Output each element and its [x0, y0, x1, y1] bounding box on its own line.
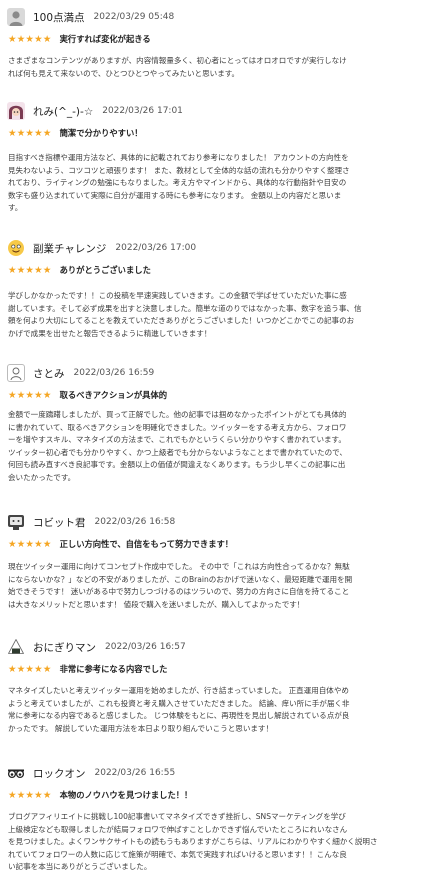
review-body-line: い記事を本当にありがとうございました。 [8, 862, 152, 872]
review-rating-row: ★★★★★ ありがとうございました [8, 263, 151, 277]
review-body-line: ようと考えていましたが、これも投資と考え購入させていただきました。 結論、痒い所… [8, 698, 350, 708]
review-body-line: に書かれていて、取るべきアクションを明確化できました。ツイッターをする考え方から… [8, 422, 347, 432]
glasses-eyes-icon[interactable] [7, 764, 25, 782]
review-body: 学びしかなかったです！！この投稿を早速実践していきます。この金額で学ばせていただ… [8, 290, 432, 340]
reviewer-name[interactable]: 副業チャレンジ [33, 241, 106, 256]
review-body: 目指すべき指標や運用方法など、具体的に記載されており参考になりました！ アカウン… [8, 152, 432, 215]
review-body-line: にならないかな？」などの不安がありましたが、このBrainのおかげで迷いなく、最… [8, 574, 353, 584]
review-body-line: さまざまなコンテンツがありますが、内容情報量多く、初心者にとってはオロオロですが… [8, 56, 347, 65]
monitor-robot-icon[interactable] [7, 513, 25, 531]
rice-ball-icon[interactable] [7, 638, 25, 656]
review-date: 2022/03/26 16:55 [94, 768, 176, 778]
review-body-line: かげで成果を出せたと報告できるように精進していきます！ [8, 328, 212, 338]
review-header: れみ(^_-)-☆ 2022/03/26 17:01 [7, 101, 183, 121]
anime-character-icon[interactable] [7, 102, 25, 120]
star-rating: ★★★★★ [8, 389, 52, 401]
review-title: 実行すれば変化が起きる [59, 34, 151, 44]
review-title: 簡潔で分かりやすい！ [59, 128, 143, 138]
review-date: 2022/03/26 17:01 [102, 106, 183, 116]
emoji-face-icon[interactable] [7, 239, 25, 257]
review-body-line: 常に参考になる内容であると感じました。 じつ体験をもとに、再現性を見出し解説され… [8, 711, 350, 721]
review-header: さとみ 2022/03/26 16:59 [7, 363, 154, 383]
review-title: 正しい方向性で、自信をもって努力できます！ [59, 539, 234, 549]
review-body-line: マネタイズしたいと考えツイッター運用を始めましたが、行き詰まっていました。 正直… [8, 686, 349, 695]
review-body-line: 頼を何より大切にしてることを教えていただきありがとうございました！いつかどこかで… [8, 316, 355, 326]
review-body: 金額で一度躊躇しましたが、買って正解でした。他の記事では掴めなかったポイントがと… [8, 409, 432, 485]
review-body-line: す。 [8, 203, 23, 213]
review-body-line: 会いたかったです。 [8, 472, 76, 482]
review-body-line: ブログアフィリエイトに挑戦し100記事書いてマネタイズできず挫折し、SNSマーケ… [8, 812, 346, 821]
review-body-line: 金額で一度躊躇しましたが、買って正解でした。他の記事では掴めなかったポイントがと… [8, 410, 347, 419]
review-header: 100点満点 2022/03/29 05:48 [7, 7, 174, 27]
reviewer-name[interactable]: 100点満点 [33, 10, 85, 25]
review-rating-row: ★★★★★ 本物のノウハウを見つけました！！ [8, 788, 192, 802]
sketch-person-icon[interactable] [7, 364, 25, 382]
review-body-line: かったです。 解説していた運用方法を本日より取り組んでいこうと思います！ [8, 723, 274, 733]
star-rating: ★★★★★ [8, 663, 52, 675]
review-header: おにぎりマン 2022/03/26 16:57 [7, 637, 186, 657]
review-list: 100点満点 2022/03/29 05:48 ★★★★★ 実行すれば変化が起き… [0, 0, 439, 887]
review-body-line: 目指すべき指標や運用方法など、具体的に記載されており参考になりました！ アカウン… [8, 153, 349, 162]
review-rating-row: ★★★★★ 正しい方向性で、自信をもって努力できます！ [8, 537, 233, 551]
review-body: 現在ツイッター運用に向けてコンセプト作成中でした。 その中で「これは方向性合って… [8, 561, 432, 611]
review-header: ロックオン 2022/03/26 16:55 [7, 763, 175, 783]
review-body: さまざまなコンテンツがありますが、内容情報量多く、初心者にとってはオロオロですが… [8, 55, 432, 80]
reviewer-name[interactable]: コビット君 [33, 515, 86, 530]
default-user-icon[interactable] [7, 8, 25, 26]
review-body-line: ーを増やすスキル、マネタイズの方法まで、これでもかというくらい分かりやすく書かれ… [8, 435, 346, 445]
review-body-line: れていてフォロワーの人数に応じて施策が明確で、本気で実践すればいけると思います！… [8, 849, 347, 859]
review-body-line: 現在ツイッター運用に向けてコンセプト作成中でした。 その中で「これは方向性合って… [8, 562, 350, 571]
review-rating-row: ★★★★★ 簡潔で分かりやすい！ [8, 126, 143, 140]
review-date: 2022/03/29 05:48 [93, 12, 175, 22]
review-title: 本物のノウハウを見つけました！！ [59, 790, 193, 800]
review-body-line: 見失わないよう、コツコツと頑張ります！ また、教材として全体的な話の流れも分かり… [8, 165, 350, 175]
star-rating: ★★★★★ [8, 127, 52, 139]
review-body-line: を見つけました。よくワンサクサイトもの読もうもありますがこちらは、リアルにわかり… [8, 837, 378, 847]
review-rating-row: ★★★★★ 非常に参考になる内容でした [8, 662, 167, 676]
review-body: ブログアフィリエイトに挑戦し100記事書いてマネタイズできず挫折し、SNSマーケ… [8, 811, 432, 874]
review-body-line: 数字も盛り込まれていて実際に自分が運用する時にも参考になります。 金額以上の内容… [8, 190, 342, 200]
reviewer-name[interactable]: れみ(^_-)-☆ [33, 104, 93, 119]
review-body-line: ツイッター初心者でも分かりやすく、かつ上級者でも分からないようなことまで書かれて… [8, 447, 347, 457]
review-body-line: れば何も見えて来ないので、ひとつひとつやってみたいと思います。 [8, 68, 240, 78]
review-rating-row: ★★★★★ 取るべきアクションが具体的 [8, 388, 167, 402]
star-rating: ★★★★★ [8, 33, 52, 45]
star-rating: ★★★★★ [8, 264, 52, 276]
review-date: 2022/03/26 16:59 [73, 368, 155, 378]
reviewer-name[interactable]: おにぎりマン [33, 640, 96, 655]
review-body-line: 謝しています。そして必ず成果を出すと決意しました。簡単な道のりではなかった事、数… [8, 303, 362, 313]
star-rating: ★★★★★ [8, 789, 52, 801]
review-body-line: れており、ライティングの勉強にもなりました。考え方やマインドから、具体的な行動指… [8, 178, 347, 188]
review-body-line: 始できそうです！ 迷いがある中で努力しつづけるのはツラいので、努力の方向さに自信… [8, 587, 350, 597]
review-date: 2022/03/26 17:00 [115, 243, 197, 253]
review-date: 2022/03/26 16:57 [105, 642, 186, 652]
review-body-line: 何回も読み直すべき良記事です。金額以上の価値が間違えなくあります。もう少し早くこ… [8, 460, 346, 470]
review-rating-row: ★★★★★ 実行すれば変化が起きる [8, 32, 151, 46]
review-title: 取るべきアクションが具体的 [59, 390, 168, 400]
review-title: 非常に参考になる内容でした [59, 664, 168, 674]
review-date: 2022/03/26 16:58 [94, 517, 176, 527]
review-header: コビット君 2022/03/26 16:58 [7, 512, 175, 532]
review-body: マネタイズしたいと考えツイッター運用を始めましたが、行き詰まっていました。 正直… [8, 685, 432, 735]
reviewer-name[interactable]: さとみ [33, 366, 65, 381]
star-rating: ★★★★★ [8, 538, 52, 550]
review-body-line: 学びしかなかったです！！この投稿を早速実践していきます。この金額で学ばせていただ… [8, 291, 347, 300]
review-body-line: 上級検定なども取得しましたが結局フォロワで伸ばすことしかできず悩んでいたところに… [8, 824, 348, 834]
reviewer-name[interactable]: ロックオン [33, 766, 86, 781]
review-body-line: は大きなメリットだと思います！ 値段で購入を迷いましたが、購入してよかったです！ [8, 599, 305, 609]
review-header: 副業チャレンジ 2022/03/26 17:00 [7, 238, 196, 258]
review-title: ありがとうございました [59, 265, 151, 275]
